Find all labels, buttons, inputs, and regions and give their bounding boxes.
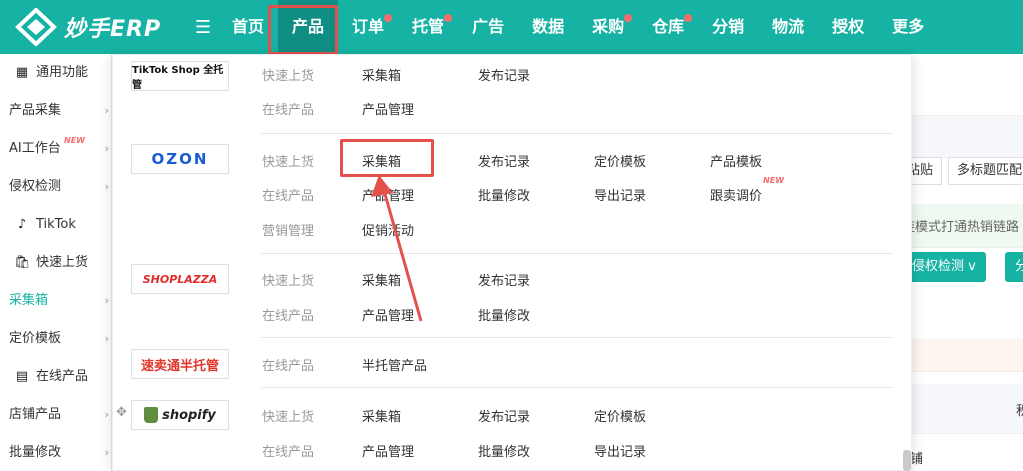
sidebar-item-ai[interactable]: AI工作台 NEW ›	[0, 130, 111, 168]
sidebar-item-label: AI工作台	[9, 141, 61, 156]
logo-text: 妙手ERP	[64, 17, 162, 42]
nav-label: 物流	[772, 17, 805, 36]
sidebar: ▦ 通用功能 产品采集 › AI工作台 NEW › 侵权检测 › ♪ TikTok 🛍 快速上…	[0, 54, 112, 471]
sidebar-item-batch[interactable]: 批量修改 ›	[0, 434, 111, 471]
chevron-right-icon: ›	[104, 104, 109, 117]
nav-label: 分销	[712, 17, 745, 36]
nav-orders[interactable]: 订单	[338, 0, 398, 54]
sidebar-item-collect[interactable]: 产品采集 ›	[0, 92, 111, 130]
chevron-right-icon: ›	[104, 446, 109, 459]
notification-dot	[444, 14, 453, 22]
nav-data[interactable]: 数据	[518, 0, 578, 54]
notification-dot	[684, 14, 693, 22]
nav-ads[interactable]: 广告	[458, 0, 518, 54]
sidebar-item-collect-box[interactable]: 采集箱 ›	[0, 282, 111, 320]
nav-label: 托管	[412, 17, 445, 36]
chevron-right-icon: ›	[104, 142, 109, 155]
product-dropdown-menu: TikTok Shop 全托管 快速上货 采集箱 发布记录 在线产品 产品管理 …	[112, 54, 912, 471]
notification-dot	[624, 14, 633, 22]
app-logo[interactable]: 妙手ERP	[0, 7, 178, 47]
nav-home[interactable]: 首页	[218, 0, 278, 54]
nav-label: 订单	[352, 17, 385, 36]
nav-label: 更多	[892, 17, 925, 36]
column-header-text: 积	[1016, 404, 1023, 419]
infringement-check-button[interactable]: 侵权检测 v	[902, 252, 986, 282]
move-handle-icon[interactable]: ✥	[116, 405, 127, 420]
nav-label: 仓库	[652, 17, 685, 36]
chevron-right-icon: ›	[104, 294, 109, 307]
sidebar-item-label: TikTok	[36, 217, 76, 232]
tiktok-icon: ♪	[17, 217, 27, 232]
sidebar-item-label: 在线产品	[36, 369, 89, 384]
nav-more[interactable]: 更多	[878, 0, 938, 54]
bag-icon: 🛍	[14, 255, 31, 270]
nav-label: 采购	[592, 17, 625, 36]
nav-purchase[interactable]: 采购	[578, 0, 638, 54]
sidebar-item-label: 侵权检测	[9, 179, 62, 194]
nav-hosting[interactable]: 托管	[398, 0, 458, 54]
nav-label: 广告	[472, 17, 505, 36]
logo-mark-icon	[14, 7, 58, 47]
sidebar-item-label: 采集箱	[9, 293, 49, 308]
promo-text: 链模式打通热销链路	[902, 220, 1020, 235]
sidebar-item-pricing[interactable]: 定价模板 ›	[0, 320, 111, 358]
store-icon: ▤	[15, 369, 29, 384]
sidebar-item-label: 快速上货	[36, 255, 89, 270]
sidebar-item-tiktok[interactable]: ♪ TikTok	[0, 206, 111, 244]
nav-distribution[interactable]: 分销	[698, 0, 758, 54]
nav-label: 授权	[832, 17, 865, 36]
sidebar-item-quick-upload[interactable]: 🛍 快速上货	[0, 244, 111, 282]
sidebar-item-label: 定价模板	[9, 331, 62, 346]
nav-label: 数据	[532, 17, 565, 36]
chevron-right-icon: ›	[104, 408, 109, 421]
sidebar-item-label: 批量修改	[9, 445, 62, 460]
sidebar-item-label: 产品采集	[9, 103, 62, 118]
nav-label: 首页	[232, 17, 265, 36]
sidebar-item-common[interactable]: ▦ 通用功能	[0, 54, 111, 92]
hamburger-icon[interactable]: ☰	[188, 17, 218, 38]
sidebar-item-label: 通用功能	[36, 65, 89, 80]
nav-authorization[interactable]: 授权	[818, 0, 878, 54]
sidebar-item-online[interactable]: ▤ 在线产品	[0, 358, 111, 396]
sidebar-item-shop-products[interactable]: 店铺产品 ›	[0, 396, 111, 434]
tab-multi-title[interactable]: 多标题匹配	[948, 157, 1023, 185]
new-badge: NEW	[64, 136, 85, 145]
top-navbar: 妙手ERP ☰ 首页 产品 订单 托管 广告 数据 采购 仓库 分销 物流 授权…	[0, 0, 1023, 54]
nav-logistics[interactable]: 物流	[758, 0, 818, 54]
secondary-button[interactable]: 分	[1005, 252, 1023, 282]
grid-icon: ▦	[15, 65, 29, 80]
sidebar-item-infringement[interactable]: 侵权检测 ›	[0, 168, 111, 206]
chevron-right-icon: ›	[104, 332, 109, 345]
button-label: 侵权检测	[912, 259, 965, 274]
annotation-arrow	[371, 175, 423, 322]
nav-warehouse[interactable]: 仓库	[638, 0, 698, 54]
sidebar-item-label: 店铺产品	[9, 407, 62, 422]
scrollbar-thumb[interactable]	[903, 450, 911, 471]
nav-label: 产品	[292, 17, 325, 36]
nav-product[interactable]: 产品	[278, 0, 339, 54]
chevron-down-icon: v	[968, 259, 976, 274]
notification-dot	[384, 14, 393, 22]
chevron-right-icon: ›	[104, 180, 109, 193]
main-nav: 首页 产品 订单 托管 广告 数据 采购 仓库 分销 物流 授权 更多	[218, 0, 938, 54]
